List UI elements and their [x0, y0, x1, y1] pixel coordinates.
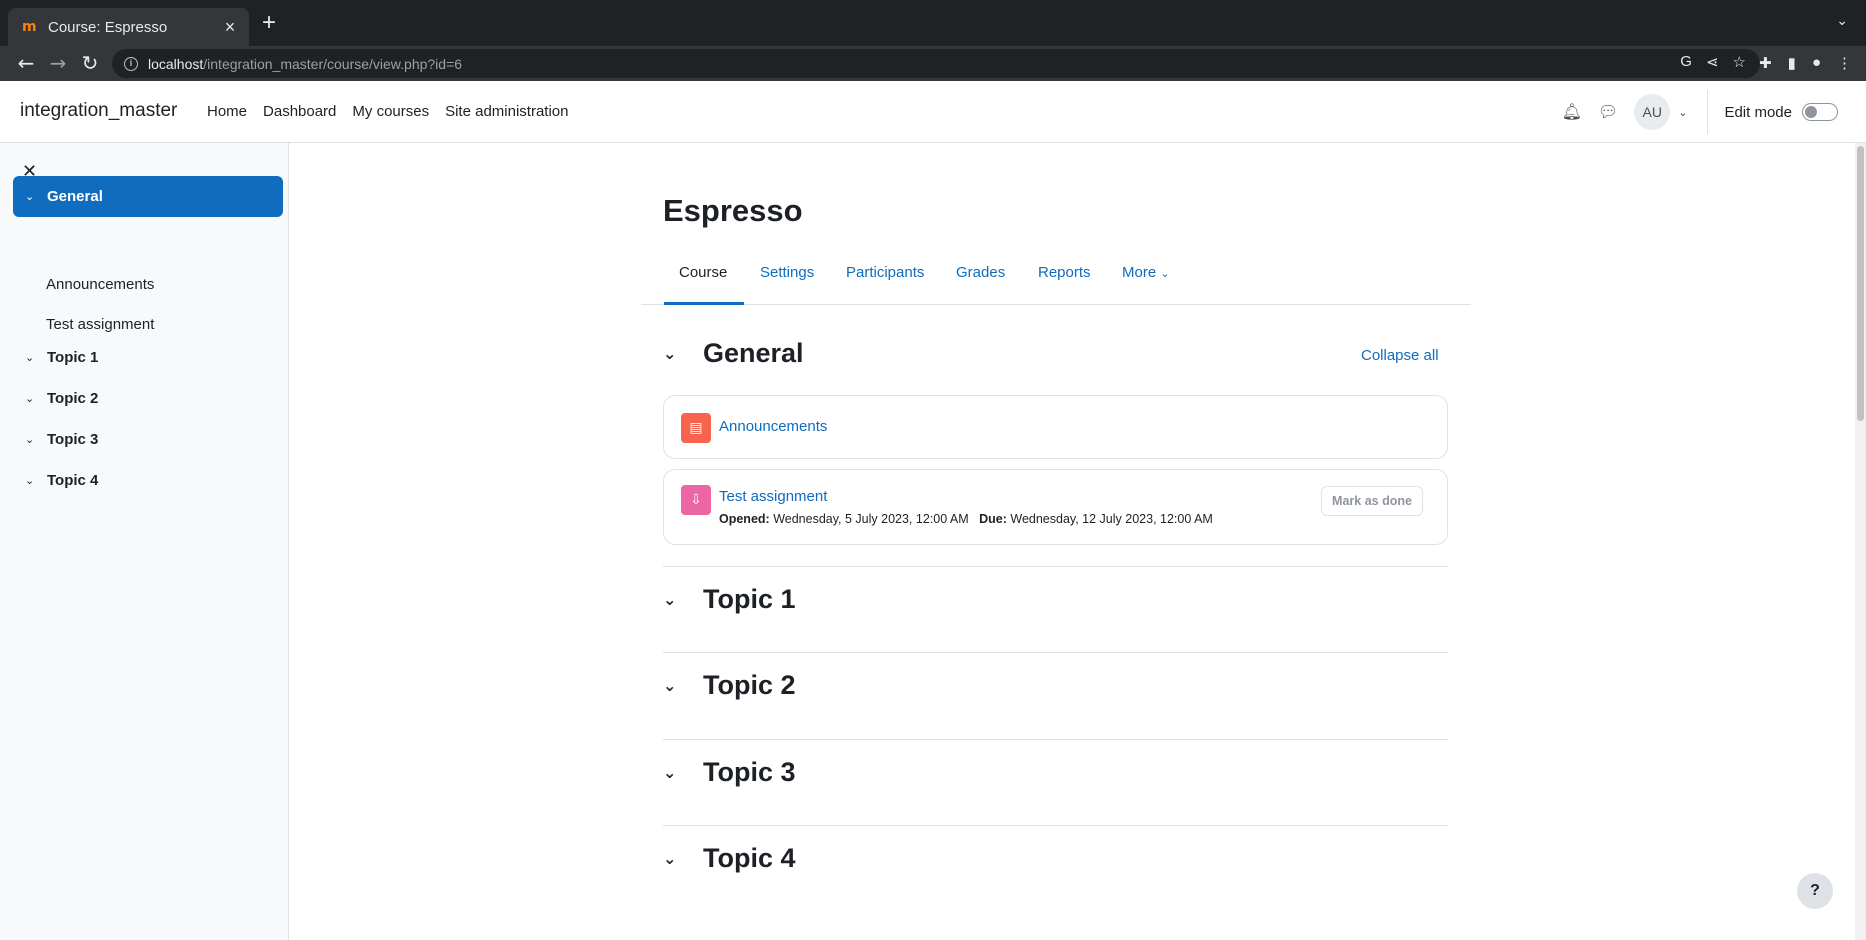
activity-link[interactable]: Test assignment — [719, 488, 827, 505]
bookmark-star-icon[interactable]: ☆ — [1733, 53, 1746, 71]
tab-search-chevron-icon[interactable]: ⌄ — [1836, 12, 1848, 29]
moodle-favicon-icon: m — [22, 19, 37, 35]
site-brand[interactable]: integration_master — [20, 100, 177, 122]
activity-test-assignment: ⇩ Test assignment Opened: Wednesday, 5 J… — [663, 469, 1448, 545]
back-arrow-icon[interactable]: ← — [14, 51, 38, 75]
site-navbar: integration_master Home Dashboard My cou… — [0, 81, 1866, 143]
assignment-icon: ⇩ — [681, 485, 711, 515]
forum-icon: ▤ — [681, 413, 711, 443]
chevron-down-icon[interactable]: ⌄ — [25, 190, 47, 203]
url-text: localhost/integration_master/course/view… — [148, 55, 463, 72]
nav-my-courses-link[interactable]: My courses — [352, 103, 429, 120]
section-title[interactable]: Topic 2 — [703, 670, 796, 701]
course-index-item-announcements[interactable]: Announcements — [46, 276, 154, 293]
primary-navigation: Home Dashboard My courses Site administr… — [207, 103, 569, 120]
tab-title: Course: Espresso — [48, 18, 168, 36]
close-tab-icon[interactable]: × — [221, 17, 239, 38]
chevron-down-icon[interactable]: ⌄ — [25, 433, 47, 446]
tab-settings[interactable]: Settings — [760, 264, 814, 281]
user-menu-chevron-icon[interactable]: ⌄ — [1678, 106, 1687, 119]
section-divider — [663, 652, 1448, 653]
chevron-down-icon[interactable]: ⌄ — [663, 344, 703, 363]
activity-link[interactable]: Announcements — [719, 418, 827, 435]
scrollbar-thumb[interactable] — [1857, 146, 1864, 421]
toggle-knob — [1805, 106, 1817, 118]
chevron-down-icon[interactable]: ⌄ — [25, 392, 47, 405]
google-lens-icon[interactable]: G — [1680, 53, 1692, 71]
share-icon[interactable]: ⋖ — [1706, 53, 1719, 71]
site-info-icon[interactable]: i — [124, 56, 138, 71]
nav-site-admin-link[interactable]: Site administration — [445, 103, 568, 120]
course-index-section-topic-3[interactable]: ⌄ Topic 3 — [13, 419, 283, 460]
section-header-topic-2: ⌄ Topic 2 — [663, 670, 796, 701]
edit-mode-label: Edit mode — [1724, 103, 1792, 121]
chevron-down-icon: ⌄ — [1160, 268, 1170, 280]
tab-participants[interactable]: Participants — [846, 264, 924, 281]
extensions-puzzle-icon[interactable]: ✚ — [1759, 54, 1772, 72]
course-index-section-topic-1[interactable]: ⌄ Topic 1 — [13, 337, 283, 378]
activity-dates: Opened: Wednesday, 5 July 2023, 12:00 AM… — [719, 512, 1213, 526]
course-index-section-topic-2[interactable]: ⌄ Topic 2 — [13, 378, 283, 419]
tab-reports[interactable]: Reports — [1038, 264, 1091, 281]
chevron-down-icon[interactable]: ⌄ — [663, 676, 703, 695]
messages-chat-icon[interactable]: 💬︎ — [1598, 102, 1618, 122]
secondary-navigation: Course Settings Participants Grades Repo… — [641, 258, 1471, 305]
browser-toolbar: ← → ↻ i localhost/integration_master/cou… — [0, 46, 1866, 81]
section-divider — [663, 825, 1448, 826]
course-index-section-general[interactable]: ⌄ General — [13, 176, 283, 217]
section-divider — [663, 739, 1448, 740]
section-title[interactable]: Topic 4 — [703, 843, 796, 874]
mark-as-done-button[interactable]: Mark as done — [1321, 486, 1423, 516]
section-title[interactable]: General — [703, 338, 804, 369]
tab-grades[interactable]: Grades — [956, 264, 1005, 281]
section-divider — [663, 566, 1448, 567]
reload-icon[interactable]: ↻ — [78, 51, 102, 75]
notifications-bell-icon[interactable]: 🔔︎ — [1562, 102, 1582, 122]
tab-course[interactable]: Course — [679, 264, 727, 281]
tab-more[interactable]: More ⌄ — [1122, 264, 1170, 281]
section-header-general: ⌄ General — [663, 338, 804, 369]
browser-tabbar: m Course: Espresso × + ⌄ — [0, 0, 1866, 46]
chevron-down-icon[interactable]: ⌄ — [663, 849, 703, 868]
navbar-divider — [1707, 90, 1709, 134]
section-title[interactable]: Topic 3 — [703, 757, 796, 788]
collapse-all-link[interactable]: Collapse all — [1361, 347, 1439, 364]
browser-menu-icon[interactable]: ⋮ — [1837, 54, 1852, 72]
profile-icon[interactable]: ● — [1812, 54, 1821, 72]
side-panel-icon[interactable]: ▮ — [1788, 54, 1796, 72]
address-bar[interactable]: i localhost/integration_master/course/vi… — [112, 49, 1760, 78]
edit-mode-toggle[interactable] — [1802, 103, 1838, 121]
page-scrollbar[interactable] — [1855, 143, 1866, 940]
section-header-topic-3: ⌄ Topic 3 — [663, 757, 796, 788]
active-tab-indicator — [664, 302, 744, 305]
chevron-down-icon[interactable]: ⌄ — [663, 590, 703, 609]
help-button[interactable]: ? — [1797, 873, 1833, 909]
forward-arrow-icon[interactable]: → — [46, 51, 70, 75]
nav-dashboard-link[interactable]: Dashboard — [263, 103, 336, 120]
course-index-section-topic-4[interactable]: ⌄ Topic 4 — [13, 460, 283, 501]
section-title[interactable]: Topic 1 — [703, 584, 796, 615]
section-header-topic-1: ⌄ Topic 1 — [663, 584, 796, 615]
activity-announcements: ▤ Announcements — [663, 395, 1448, 459]
course-index-item-test-assignment[interactable]: Test assignment — [46, 316, 154, 333]
new-tab-icon[interactable]: + — [262, 10, 276, 36]
course-index-drawer: ✕ ⌄ General Announcements Test assignmen… — [0, 143, 289, 940]
page-title: Espresso — [663, 193, 803, 228]
chevron-down-icon[interactable]: ⌄ — [25, 351, 47, 364]
nav-home-link[interactable]: Home — [207, 103, 247, 120]
user-avatar[interactable]: AU — [1634, 94, 1671, 130]
browser-tab[interactable]: m Course: Espresso × — [8, 8, 249, 46]
section-header-topic-4: ⌄ Topic 4 — [663, 843, 796, 874]
chevron-down-icon[interactable]: ⌄ — [663, 763, 703, 782]
chevron-down-icon[interactable]: ⌄ — [25, 474, 47, 487]
